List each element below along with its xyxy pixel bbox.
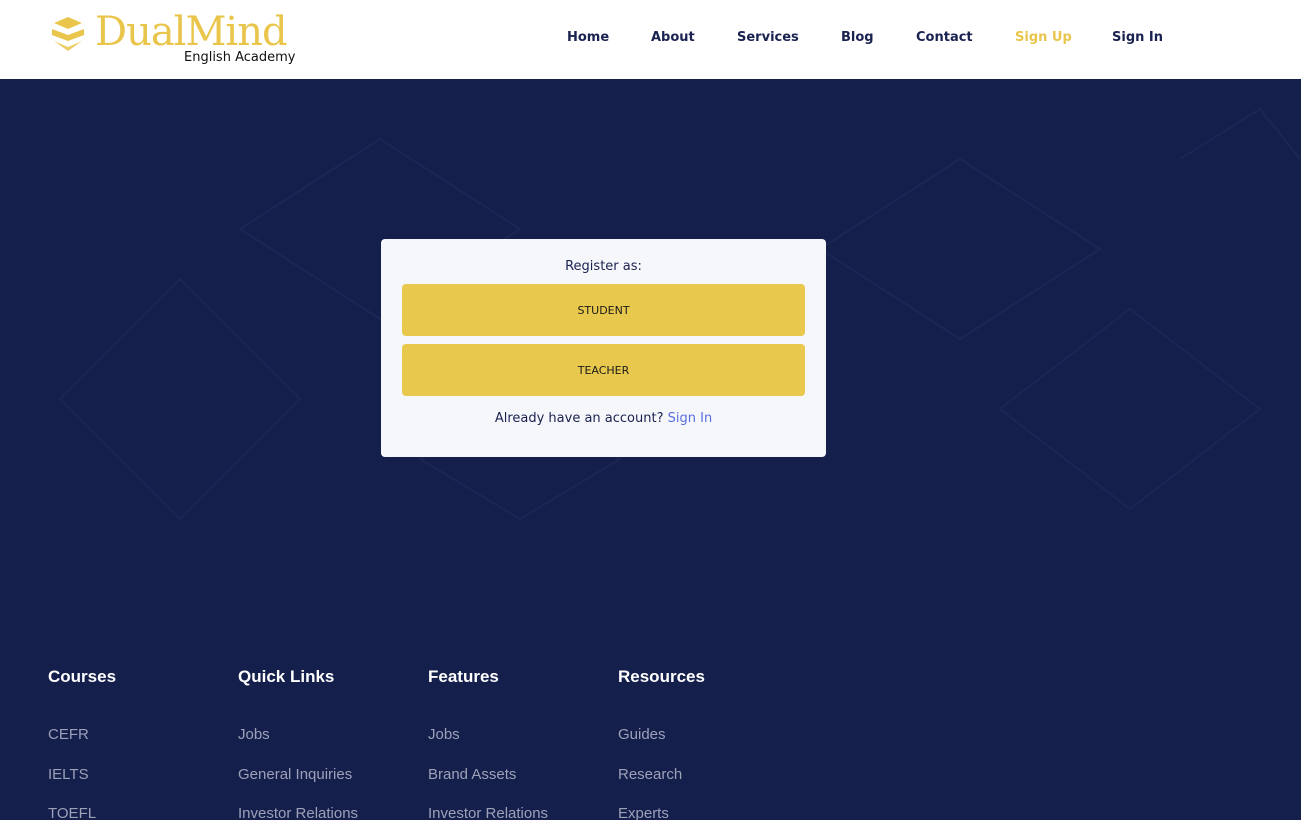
signin-prompt: Already have an account? Sign In	[381, 411, 826, 426]
footer-link-general-inquiries[interactable]: General Inquiries	[238, 766, 352, 783]
nav-contact[interactable]: Contact	[916, 30, 973, 45]
footer-link-ielts[interactable]: IELTS	[48, 766, 89, 783]
footer-link-guides[interactable]: Guides	[618, 726, 666, 743]
nav-services[interactable]: Services	[737, 30, 799, 45]
register-student-button[interactable]: STUDENT	[402, 284, 805, 336]
footer-link-cefr[interactable]: CEFR	[48, 726, 89, 743]
footer-col-quick-links: Quick Links Jobs General Inquiries Inves…	[238, 666, 358, 820]
nav-sign-up[interactable]: Sign Up	[1015, 30, 1072, 45]
nav-sign-in[interactable]: Sign In	[1112, 30, 1163, 45]
footer-link-features-investor-relations[interactable]: Investor Relations	[428, 805, 548, 820]
footer-heading-quick-links: Quick Links	[238, 667, 335, 686]
logo-title: DualMind	[95, 9, 288, 55]
footer-link-toefl[interactable]: TOEFL	[48, 805, 96, 820]
logo[interactable]: DualMind English Academy	[48, 9, 303, 69]
footer-col-courses: Courses CEFR IELTS TOEFL	[48, 666, 117, 820]
footer-heading-features: Features	[428, 667, 499, 686]
register-title: Register as:	[565, 259, 642, 274]
footer-link-investor-relations[interactable]: Investor Relations	[238, 805, 358, 820]
footer-link-experts[interactable]: Experts	[618, 805, 669, 820]
site-header: DualMind English Academy Home About Serv…	[0, 0, 1301, 79]
register-teacher-button[interactable]: TEACHER	[402, 344, 805, 396]
footer-link-research[interactable]: Research	[618, 766, 682, 783]
footer-heading-courses: Courses	[48, 667, 117, 686]
nav-home[interactable]: Home	[567, 30, 609, 45]
footer-link-brand-assets[interactable]: Brand Assets	[428, 766, 516, 783]
logo-mark-icon	[52, 17, 84, 51]
nav-blog[interactable]: Blog	[841, 30, 874, 45]
footer-link-jobs[interactable]: Jobs	[238, 726, 270, 743]
signin-link[interactable]: Sign In	[668, 411, 713, 426]
register-card: Register as: STUDENT TEACHER Already hav…	[381, 239, 826, 457]
footer-heading-resources: Resources	[618, 667, 705, 686]
footer-link-features-jobs[interactable]: Jobs	[428, 726, 460, 743]
footer-col-resources: Resources Guides Research Experts	[618, 666, 705, 820]
signin-prompt-text: Already have an account?	[494, 411, 664, 426]
footer-col-features: Features Jobs Brand Assets Investor Rela…	[428, 666, 548, 820]
nav-about[interactable]: About	[651, 30, 695, 45]
logo-tagline: English Academy	[184, 50, 296, 65]
